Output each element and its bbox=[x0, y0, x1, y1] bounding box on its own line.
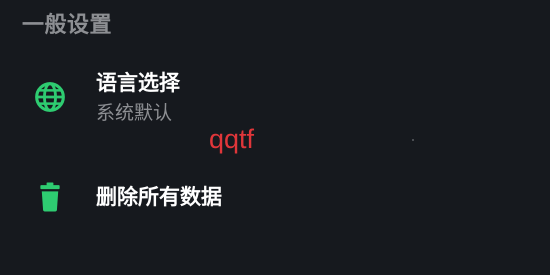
language-setting-value: 系统默认 bbox=[96, 102, 173, 124]
delete-all-data-title: 删除所有数据 bbox=[96, 185, 222, 209]
trash-icon bbox=[40, 182, 60, 212]
delete-all-data-item[interactable]: 删除所有数据 bbox=[0, 172, 550, 224]
globe-icon bbox=[35, 82, 65, 112]
stray-pixel bbox=[412, 139, 414, 141]
overlay-text: qqtf bbox=[209, 124, 255, 154]
language-setting-item[interactable]: 语言选择 系统默认 bbox=[0, 64, 550, 130]
language-setting-title: 语言选择 bbox=[96, 71, 180, 95]
section-title: 一般设置 bbox=[22, 13, 113, 38]
